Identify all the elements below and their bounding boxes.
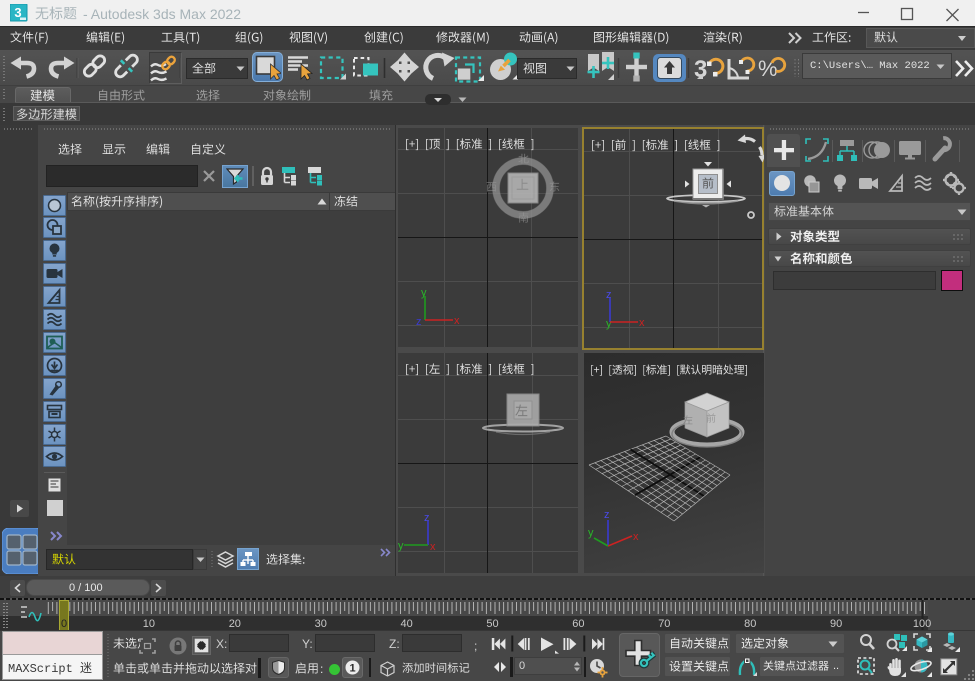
svg-text:z: z — [424, 513, 430, 524]
svg-text:z: z — [604, 509, 610, 521]
svg-text:y: y — [606, 318, 612, 330]
svg-text:x: x — [454, 315, 460, 327]
svg-text:x: x — [639, 317, 645, 329]
svg-text:z: z — [606, 290, 612, 301]
svg-text:z: z — [416, 316, 422, 328]
svg-text:x: x — [633, 531, 639, 543]
svg-text:y: y — [421, 288, 427, 299]
svg-text:1: 1 — [349, 663, 355, 675]
svg-text:y: y — [588, 527, 594, 539]
svg-text:y: y — [398, 540, 404, 552]
svg-text:x: x — [430, 541, 436, 553]
